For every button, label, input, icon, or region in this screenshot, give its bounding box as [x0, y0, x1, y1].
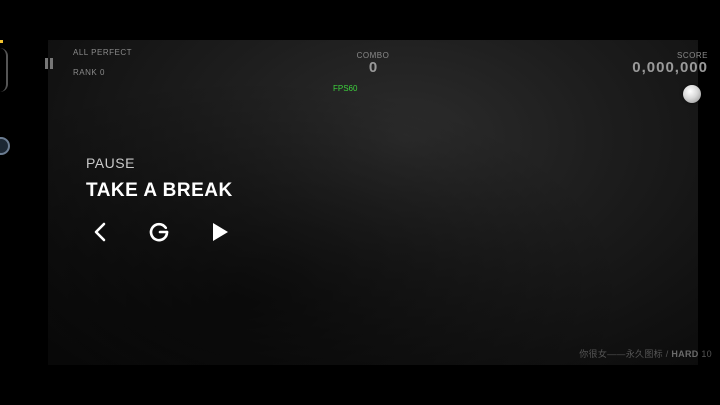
- song-info: 你很女——永久图标 / HARD 10: [579, 347, 712, 360]
- pause-title: PAUSE: [86, 155, 135, 171]
- difficulty-label: HARD: [671, 349, 699, 359]
- resume-button[interactable]: [206, 219, 232, 245]
- pause-icon[interactable]: [43, 58, 55, 70]
- rank-label: RANK 0: [73, 68, 105, 77]
- difficulty-level: 10: [701, 349, 712, 359]
- score-value: 0,000,000: [632, 59, 708, 76]
- pause-subtitle: TAKE A BREAK: [86, 180, 233, 201]
- device-edge-decoration: [0, 48, 8, 92]
- all-perfect-label: ALL PERFECT: [73, 48, 132, 57]
- ball-icon: [683, 85, 701, 103]
- game-viewport: [48, 40, 698, 365]
- back-button[interactable]: [88, 219, 114, 245]
- play-icon: [213, 223, 228, 241]
- song-separator: /: [665, 349, 669, 359]
- indicator-dot: [0, 40, 3, 43]
- chevron-left-icon: [94, 222, 106, 242]
- song-title: 你很女——永久图标: [579, 349, 663, 359]
- side-knob-icon: [0, 137, 10, 155]
- fps-counter: FPS60: [333, 84, 358, 93]
- combo-value: 0: [368, 59, 378, 76]
- retry-button[interactable]: [146, 219, 172, 245]
- retry-icon: [149, 222, 169, 242]
